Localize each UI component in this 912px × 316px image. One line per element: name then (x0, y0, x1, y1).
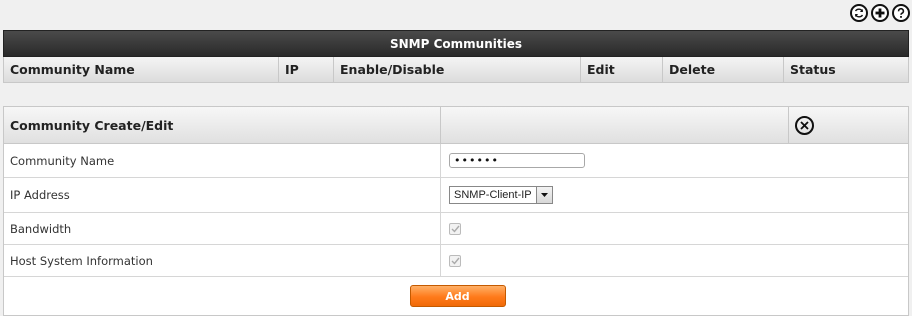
ip-address-selected-value: SNMP-Client-IP (454, 189, 532, 201)
form-header: Community Create/Edit (4, 107, 908, 144)
table-title: SNMP Communities (3, 30, 909, 57)
community-form: Community Create/Edit Community Name •••… (3, 106, 909, 316)
column-enable-disable[interactable]: Enable/Disable (334, 57, 581, 82)
close-icon[interactable] (795, 115, 814, 135)
chevron-down-icon[interactable] (535, 187, 552, 203)
help-icon[interactable] (892, 4, 910, 22)
host-system-information-checkbox[interactable] (449, 254, 461, 267)
add-button[interactable]: Add (409, 285, 506, 307)
community-name-label: Community Name (4, 144, 441, 177)
bandwidth-checkbox[interactable] (449, 222, 461, 235)
form-header-close-cell (789, 107, 908, 143)
form-row-host-system-information: Host System Information (4, 245, 908, 277)
community-name-input[interactable]: •••••• (449, 153, 585, 168)
ip-address-label: IP Address (4, 178, 441, 212)
form-actions: Add (4, 277, 908, 315)
add-icon[interactable] (871, 4, 889, 22)
column-delete[interactable]: Delete (663, 57, 784, 82)
refresh-icon[interactable] (850, 4, 868, 22)
column-ip[interactable]: IP (279, 57, 334, 82)
form-row-community-name: Community Name •••••• (4, 144, 908, 178)
ip-address-select[interactable]: SNMP-Client-IP (449, 186, 553, 204)
bandwidth-label: Bandwidth (4, 213, 441, 244)
snmp-communities-table: SNMP Communities Community Name IP Enabl… (3, 30, 909, 83)
column-community-name[interactable]: Community Name (4, 57, 279, 82)
form-title: Community Create/Edit (4, 107, 441, 143)
form-header-spacer (441, 107, 789, 143)
column-status[interactable]: Status (784, 57, 908, 82)
form-row-ip-address: IP Address SNMP-Client-IP (4, 178, 908, 213)
toolbar (850, 4, 910, 24)
table-header-row: Community Name IP Enable/Disable Edit De… (3, 57, 909, 83)
column-edit[interactable]: Edit (581, 57, 663, 82)
form-row-bandwidth: Bandwidth (4, 213, 908, 245)
host-system-information-label: Host System Information (4, 245, 441, 276)
